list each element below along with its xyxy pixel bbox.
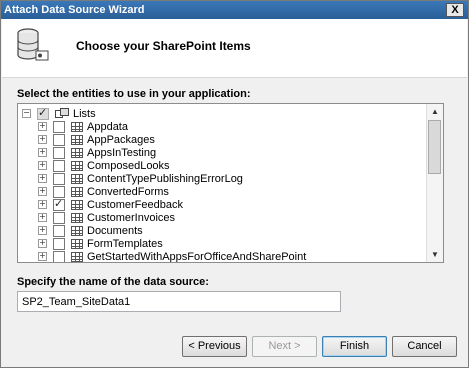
item-checkbox[interactable] (53, 211, 65, 224)
tree-item[interactable]: + Appdata (38, 120, 128, 133)
entities-tree[interactable]: − Lists + Appdata + AppPackages + AppsInTesti… (17, 103, 444, 263)
expand-icon[interactable]: + (38, 213, 47, 222)
tree-root-label: Lists (73, 107, 96, 120)
item-checkbox[interactable] (53, 146, 65, 159)
list-table-icon (71, 186, 83, 197)
expand-icon[interactable]: + (38, 122, 47, 131)
expand-icon[interactable]: + (38, 148, 47, 157)
tree-item[interactable]: + Documents (38, 224, 143, 237)
tree-item[interactable]: + GetStartedWithAppsForOfficeAndSharePoin… (38, 250, 307, 263)
expand-icon[interactable]: + (38, 161, 47, 170)
previous-button[interactable]: < Previous (182, 336, 247, 357)
expand-icon[interactable]: + (38, 187, 47, 196)
scroll-thumb[interactable] (428, 120, 441, 174)
tree-scrollbar[interactable]: ▲ ▼ (426, 104, 443, 262)
datasource-name-input[interactable] (17, 291, 341, 312)
wizard-header: Choose your SharePoint Items (2, 19, 467, 78)
tree-item-label: CustomerFeedback (87, 198, 183, 211)
item-checkbox[interactable] (53, 120, 65, 133)
list-table-icon (71, 199, 83, 210)
root-checkbox[interactable] (37, 106, 49, 120)
tree-item[interactable]: + AppPackages (38, 133, 155, 146)
tree-item-label: CustomerInvoices (87, 211, 176, 224)
item-checkbox[interactable] (53, 133, 65, 146)
tree-root-lists[interactable]: − Lists (22, 106, 96, 120)
tree-item[interactable]: + FormTemplates (38, 237, 163, 250)
next-button[interactable]: Next > (252, 336, 317, 357)
datasource-label: Specify the name of the data source: (17, 276, 209, 288)
tree-item-label: ConvertedForms (87, 185, 169, 198)
list-table-icon (71, 173, 83, 184)
list-table-icon (71, 238, 83, 249)
scroll-down-icon[interactable]: ▼ (427, 247, 443, 262)
expand-icon[interactable]: + (38, 135, 47, 144)
item-checkbox[interactable] (53, 159, 65, 172)
page-title: Choose your SharePoint Items (76, 39, 251, 53)
tree-item[interactable]: + CustomerFeedback (38, 197, 183, 211)
expand-icon[interactable]: + (38, 239, 47, 248)
expand-icon[interactable]: + (38, 200, 47, 209)
tree-item-label: Appdata (87, 120, 128, 133)
list-table-icon (71, 212, 83, 223)
tree-item[interactable]: + CustomerInvoices (38, 211, 175, 224)
tree-item-label: AppPackages (87, 133, 155, 146)
entities-label: Select the entities to use in your appli… (17, 88, 251, 100)
item-checkbox[interactable] (53, 224, 65, 237)
collapse-icon[interactable]: − (22, 109, 31, 118)
tree-item-label: GetStartedWithAppsForOfficeAndSharePoint (87, 250, 307, 263)
list-table-icon (71, 147, 83, 158)
tree-item-label: FormTemplates (87, 237, 163, 250)
finish-button[interactable]: Finish (322, 336, 387, 357)
tree-item-label: Documents (87, 224, 143, 237)
item-checkbox[interactable] (53, 237, 65, 250)
item-checkbox[interactable] (53, 197, 65, 211)
expand-icon[interactable]: + (38, 252, 47, 261)
tree-item[interactable]: + AppsInTesting (38, 146, 156, 159)
list-table-icon (71, 251, 83, 262)
expand-icon[interactable]: + (38, 174, 47, 183)
list-table-icon (71, 225, 83, 236)
wizard-window: Attach Data Source Wizard X Choose your … (0, 0, 469, 368)
list-table-icon (71, 160, 83, 171)
tree-item[interactable]: + ContentTypePublishingErrorLog (38, 172, 243, 185)
window-title: Attach Data Source Wizard (4, 4, 145, 16)
tree-item[interactable]: + ComposedLooks (38, 159, 170, 172)
cancel-button[interactable]: Cancel (392, 336, 457, 357)
expand-icon[interactable]: + (38, 226, 47, 235)
item-checkbox[interactable] (53, 172, 65, 185)
close-button[interactable]: X (446, 3, 464, 17)
tree-item-label: ContentTypePublishingErrorLog (87, 172, 243, 185)
list-table-icon (71, 134, 83, 145)
lists-icon (55, 108, 69, 118)
tree-item-label: AppsInTesting (87, 146, 157, 159)
database-icon (17, 28, 49, 61)
title-bar: Attach Data Source Wizard X (1, 1, 468, 19)
tree-item-label: ComposedLooks (87, 159, 170, 172)
item-checkbox[interactable] (53, 250, 65, 262)
list-table-icon (71, 121, 83, 132)
scroll-up-icon[interactable]: ▲ (427, 104, 443, 119)
